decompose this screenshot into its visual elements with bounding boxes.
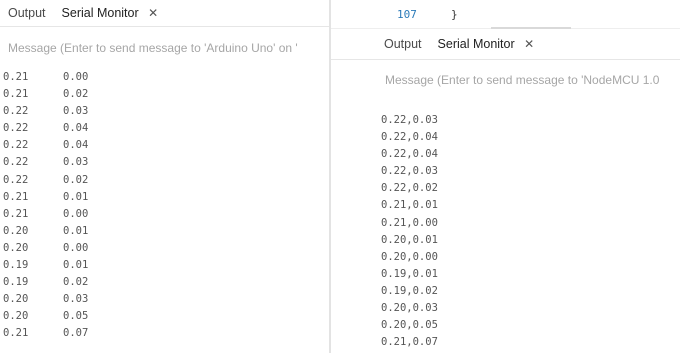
serial-row: 0.21 0.02 [3,86,329,103]
serial-value-2: 0.00 [63,71,89,83]
serial-row: 0.22 0.03 [3,103,329,120]
serial-value-1: 0.21 [3,190,29,203]
serial-line: 0.21,0.00 [381,216,438,229]
close-icon[interactable]: ✕ [148,0,158,26]
serial-value-1: 0.20 [3,293,29,306]
serial-value-2: 0.00 [63,241,89,254]
serial-value-2: 0.01 [63,224,89,237]
right-tab-serial-monitor[interactable]: Serial Monitor ✕ [430,29,543,59]
serial-row: 0.22 0.04 [3,120,329,137]
left-tabbar: Output Serial Monitor ✕ [0,0,329,27]
right-tabbar: Output Serial Monitor ✕ [331,29,680,60]
left-tab-serial-monitor[interactable]: Serial Monitor ✕ [54,0,167,26]
serial-value-1: 0.22 [3,156,29,169]
left-message-bar [0,27,329,69]
serial-row: 0.19 0.02 [3,274,329,291]
serial-line: 0.22,0.04 [381,131,438,144]
serial-value-1: 0.21 [3,71,29,83]
serial-line: 0.21,0.01 [381,199,438,212]
serial-line: 0.22,0.03 [381,114,438,126]
serial-value-1: 0.19 [3,276,29,289]
serial-value-1: 0.22 [3,173,29,186]
serial-value-2: 0.01 [63,259,89,272]
serial-row: 0.21 0.00 [3,69,329,86]
serial-value-1: 0.20 [3,224,29,237]
left-message-input[interactable] [8,41,329,55]
serial-value-1: 0.22 [3,122,29,135]
serial-value-1: 0.20 [3,241,29,254]
serial-line: 0.20,0.01 [381,233,438,246]
serial-value-2: 0.05 [63,310,89,323]
serial-line: 0.21,0.07 [381,336,438,349]
right-serial-output: 0.22,0.03 0.22,0.04 0.22,0.04 0.22,0.03 0.22… [331,100,680,351]
serial-row: 0.20 0.00 [3,240,329,257]
serial-value-2: 0.04 [63,122,89,135]
code-editor-strip: 107 } [331,0,680,29]
serial-row: 0.21 0.01 [3,189,329,206]
close-icon[interactable]: ✕ [524,29,534,59]
left-tab-serial-monitor-label: Serial Monitor [61,6,139,20]
serial-value-2: 0.03 [63,105,89,118]
right-message-bar [331,60,680,100]
left-serial-panel: Output Serial Monitor ✕ 0.21 0.00 0.21 0.02… [0,0,329,353]
serial-value-1: 0.22 [3,105,29,118]
serial-line: 0.22,0.02 [381,182,438,195]
left-serial-output: 0.21 0.00 0.21 0.02 0.22 0.03 0.22 0.04 0.22 0.04… [0,69,329,343]
serial-value-2: 0.03 [63,293,89,306]
serial-value-2: 0.04 [63,139,89,152]
serial-row: 0.20 0.01 [3,223,329,240]
serial-row: 0.22 0.04 [3,137,329,154]
code-line-text: } [451,7,458,21]
left-tab-output-label: Output [8,6,46,20]
serial-value-2: 0.01 [63,190,89,203]
serial-value-1: 0.22 [3,139,29,152]
left-tab-output[interactable]: Output [0,0,54,26]
serial-value-1: 0.19 [3,259,29,272]
serial-value-2: 0.07 [63,327,89,340]
serial-row: 0.22 0.02 [3,172,329,189]
serial-value-1: 0.21 [3,88,29,101]
serial-row: 0.21 0.00 [3,206,329,223]
right-tab-output[interactable]: Output [331,29,430,59]
serial-value-2: 0.02 [63,173,89,186]
right-serial-panel: 107 } Output Serial Monitor ✕ 0.22,0.030… [331,0,680,353]
serial-line: 0.22,0.04 [381,148,438,161]
right-tab-output-label: Output [384,37,422,51]
right-message-input[interactable] [385,73,680,87]
serial-line: 0.19,0.02 [381,284,438,297]
right-tab-serial-monitor-label: Serial Monitor [437,37,515,51]
serial-line: 0.22,0.03 [381,165,438,178]
serial-row: 0.19 0.01 [3,257,329,274]
serial-value-2: 0.03 [63,156,89,169]
serial-value-1: 0.21 [3,207,29,220]
line-number: 107 [397,7,417,21]
serial-row: 0.20 0.03 [3,291,329,308]
serial-line: 0.20,0.03 [381,302,438,315]
serial-line: 0.20,0.05 [381,319,438,332]
serial-value-1: 0.20 [3,310,29,323]
serial-value-1: 0.21 [3,327,29,340]
serial-value-2: 0.00 [63,207,89,220]
screenshot-stage: Output Serial Monitor ✕ 0.21 0.00 0.21 0.02… [0,0,680,353]
serial-line: 0.20,0.00 [381,250,438,263]
serial-value-2: 0.02 [63,276,89,289]
serial-row: 0.21 0.07 [3,325,329,342]
serial-line: 0.19,0.01 [381,267,438,280]
serial-value-2: 0.02 [63,88,89,101]
serial-row: 0.22 0.03 [3,154,329,171]
serial-row: 0.20 0.05 [3,308,329,325]
